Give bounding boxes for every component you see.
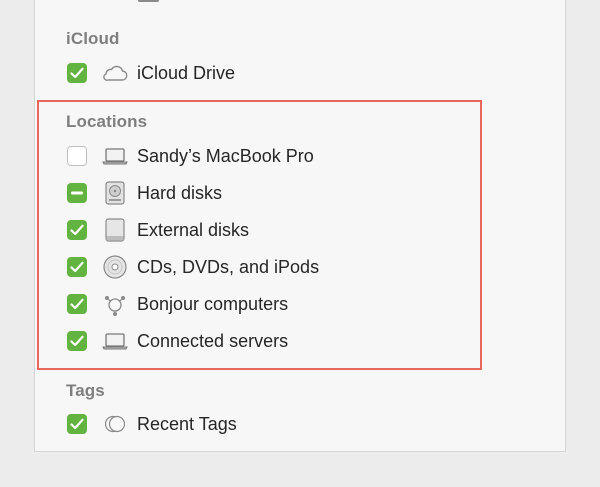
section-title-tags: Tags [66, 381, 105, 400]
checkbox[interactable] [67, 63, 87, 83]
cloud-icon [102, 61, 128, 85]
tags-icon [102, 412, 128, 436]
locations-highlight-box [37, 100, 482, 370]
partial-item-icon [138, 0, 159, 2]
sidebar-option-icloud-drive: iCloud Drive [67, 61, 235, 85]
section-title-icloud: iCloud [66, 29, 120, 48]
option-label: Recent Tags [137, 413, 237, 434]
option-label: iCloud Drive [137, 62, 236, 83]
sidebar-option-recent-tags: Recent Tags [67, 412, 237, 436]
checkbox[interactable] [67, 414, 87, 434]
